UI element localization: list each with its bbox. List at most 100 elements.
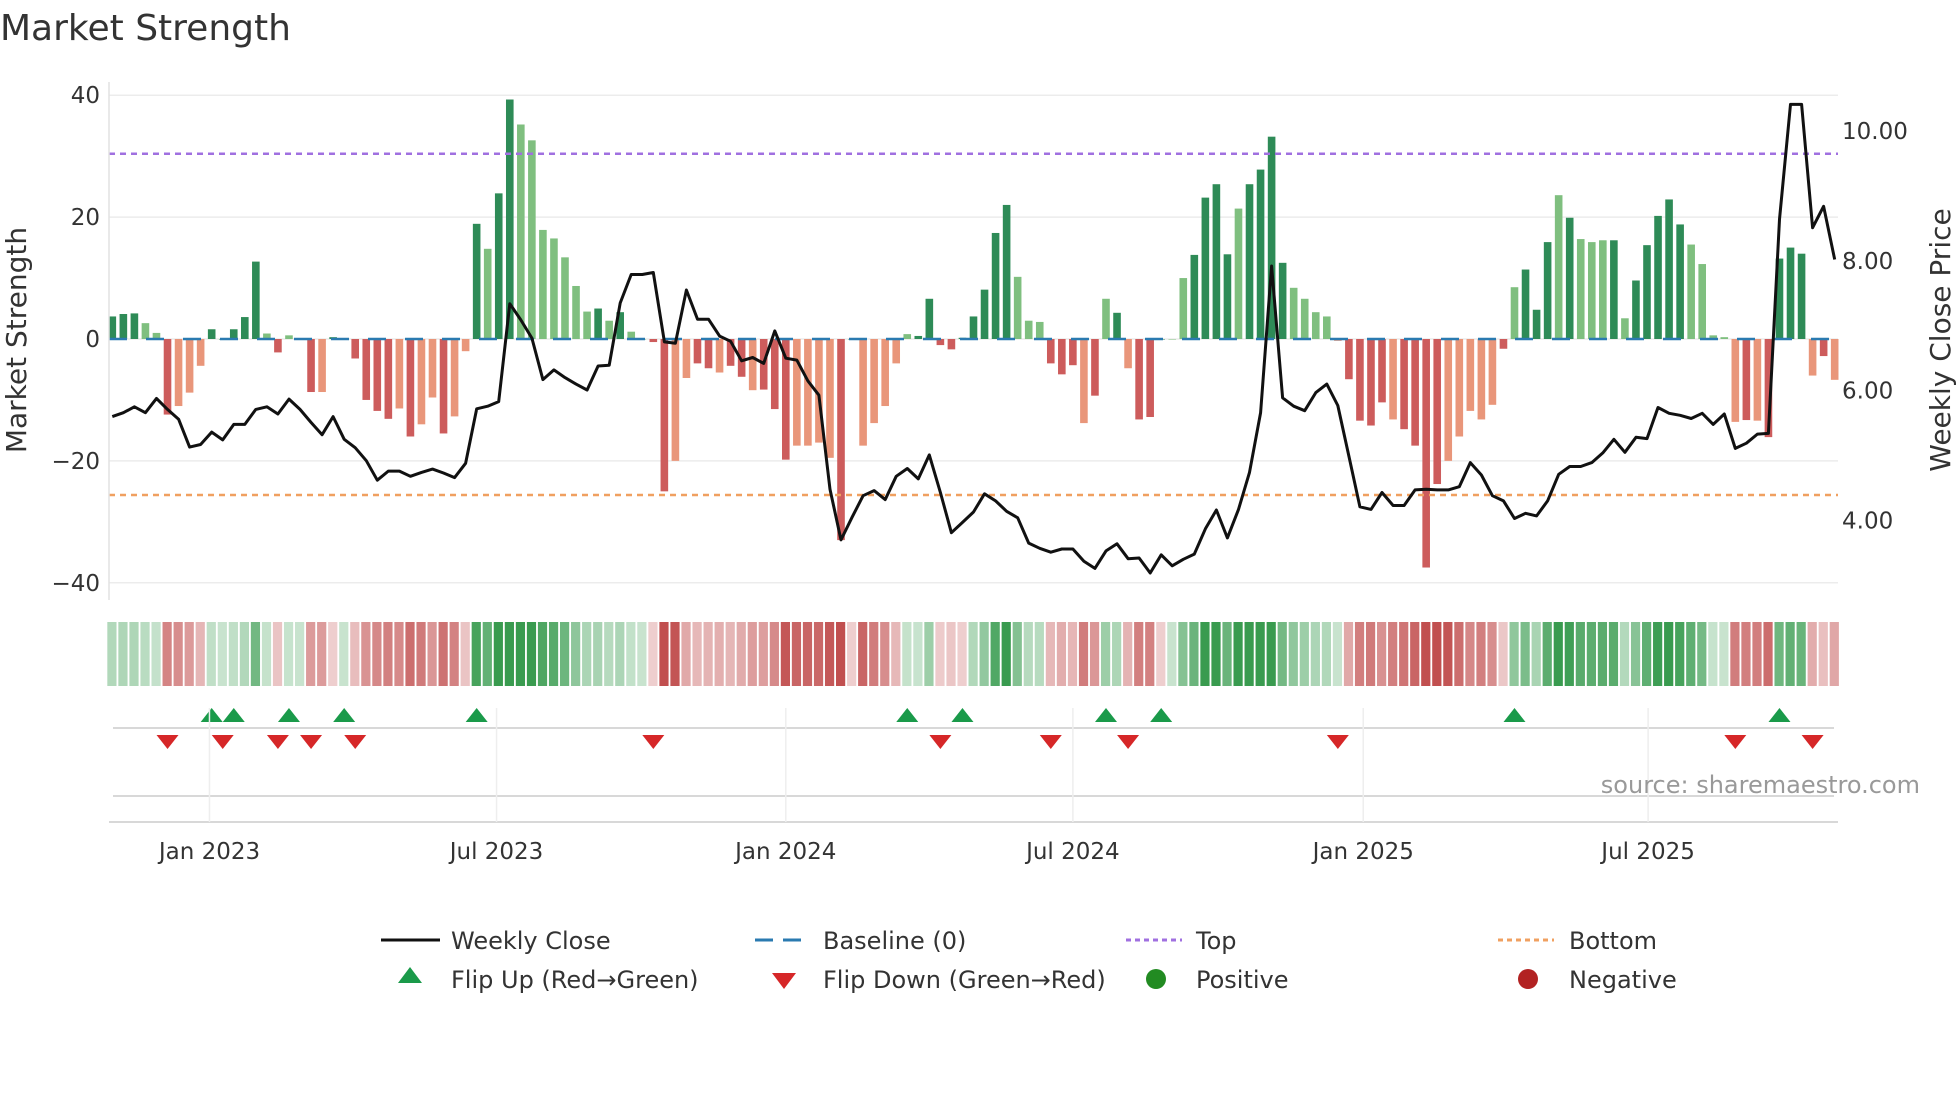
strength-bar [1168,339,1177,340]
strength-bar [1554,195,1563,339]
strip-cell [1785,622,1795,686]
strength-bar [229,329,238,339]
strip-cell [880,622,890,686]
strip-cell [504,622,514,686]
strength-bar [1753,339,1762,421]
strip-cell [1807,622,1817,686]
strength-bar [472,223,481,339]
strip-cell [306,622,316,686]
flip-up-marker [1503,708,1526,722]
strip-cell [736,622,746,686]
legend-item-baseline[interactable]: Baseline (0) [755,927,966,955]
strength-bars [108,99,1839,568]
strength-bar [748,339,757,391]
strip-cell [924,622,934,686]
strip-cell [648,622,658,686]
strip-cell [1100,622,1111,686]
flip-down-marker [1326,735,1349,749]
strength-bar [914,335,923,339]
strip-cell [813,622,824,686]
flip-up-marker [1150,708,1173,722]
strength-bar [1400,339,1408,430]
flip-down-marker [156,735,179,749]
strip-cell [1741,622,1751,686]
strip-cell [361,622,371,686]
strip-cell [1697,622,1707,686]
strength-bar [1278,262,1287,339]
strip-cell [1056,622,1067,686]
strength-bar [252,261,260,339]
strip-cell [1354,622,1365,686]
legend-item-flip-up[interactable]: Flip Up (Red→Green) [398,966,699,994]
strength-bar [1013,276,1022,339]
strength-bar [417,339,426,425]
strip-cell [1553,622,1563,686]
strip-cell [559,622,570,686]
regime-strip [107,622,1839,686]
x-tick-label: Jul 2023 [448,839,544,865]
strength-bar [1819,339,1828,357]
strength-bar [1190,254,1199,339]
strip-cell [1332,622,1343,686]
strip-cell [1078,622,1089,686]
strip-cell [449,622,459,686]
strip-cell [891,622,901,686]
strip-cell [1476,622,1486,686]
strip-cell [1167,622,1177,686]
legend-item-close[interactable]: Weekly Close [381,927,611,955]
flip-up-marker [222,708,245,722]
strength-bar [1102,298,1110,339]
strip-cell [1597,622,1608,686]
flip-down-marker [642,735,665,749]
legend-item-negative[interactable]: Negative [1518,966,1677,994]
strength-bar [1389,339,1397,420]
strip-cell [1045,622,1055,686]
strip-cell [206,622,216,686]
strip-cell [1001,622,1011,686]
strip-cell [283,622,294,686]
strength-bar [1146,339,1154,418]
strip-cell [1763,622,1773,686]
legend-item-top[interactable]: Top [1126,927,1237,955]
strip-cell [272,622,283,686]
strength-bar [550,238,558,339]
strength-bar [881,339,889,407]
strength-bar [1300,298,1309,339]
chart-title: Market Strength [0,8,291,49]
legend-item-flip-down[interactable]: Flip Down (Green→Red) [772,966,1106,994]
strength-bar [1599,240,1607,339]
strength-bar [1058,339,1066,375]
strip-cell [780,622,791,686]
strip-cell [151,622,161,686]
strength-bar [1510,287,1519,339]
strength-bar [594,308,602,339]
strip-cell [438,622,448,686]
strip-cell [184,622,194,686]
strip-cell [1377,622,1387,686]
strip-cell [1145,622,1155,686]
strength-bar [1035,321,1044,339]
strength-bar [1632,280,1640,339]
strip-cell [339,622,349,686]
strip-cell [1630,622,1641,686]
strength-bar [1046,339,1055,364]
legend-item-bottom[interactable]: Bottom [1498,927,1657,955]
legend-item-positive[interactable]: Positive [1146,966,1289,994]
strip-cell [394,622,404,686]
strength-bar [1488,339,1497,405]
strip-cell [350,622,360,686]
strip-cell [836,622,846,686]
strength-bar [461,339,470,352]
x-tick-label: Jul 2025 [1599,839,1695,865]
legend-label: Bottom [1569,927,1657,955]
strength-bar [1532,309,1541,339]
x-tick-label: Jan 2024 [733,839,836,865]
axes: −40 −20 0 20 40 4.00 6.00 8.00 10.00 Jan 2023 Jul … [51,82,1908,865]
strength-bar [1234,208,1243,339]
strip-cell [493,622,503,686]
strip-cell [1653,622,1663,686]
flip-up-marker [1094,708,1117,722]
strip-cell [1664,622,1674,686]
strip-cell [957,622,967,686]
strength-bar [1135,339,1143,420]
